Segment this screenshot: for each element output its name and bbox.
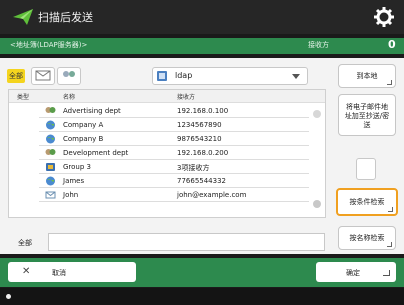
address-book-select-value: ldap — [175, 71, 193, 80]
globe-icon — [46, 134, 55, 144]
scroll-up-button[interactable] — [313, 110, 321, 118]
settings-gear-icon[interactable] — [374, 7, 394, 27]
list-item-address: 3项接收方 — [177, 164, 210, 172]
list-item-name: John — [63, 191, 79, 199]
header-type: 类型 — [17, 94, 30, 101]
app-title: 扫描后发送 — [38, 11, 93, 24]
list-item-name: Development dept — [63, 149, 129, 157]
list-item-address: 1234567890 — [177, 121, 222, 129]
status-bar: <地址簿(LDAP服务器)> 接收方 0 — [0, 38, 404, 54]
list-item-address: 9876543210 — [177, 135, 222, 143]
device-status-bar — [0, 288, 404, 305]
group-icon — [45, 149, 56, 155]
search-by-condition-label: 按条件检索 — [349, 198, 385, 206]
list-item-name: Company B — [63, 135, 104, 143]
list-item-address: 77665544332 — [177, 177, 226, 185]
list-item-name: Advertising dept — [63, 107, 121, 115]
confirm-arrow-icon — [383, 270, 390, 276]
ok-button[interactable]: 确定 — [316, 262, 396, 282]
cancel-button[interactable]: ✕ 取消 — [8, 262, 136, 282]
scan-send-icon — [13, 9, 33, 25]
email-icon — [35, 70, 51, 81]
destination-list[interactable]: 类型 名称 接收方 Advertising dept 192.168.0.100… — [8, 89, 326, 218]
header-name[interactable]: 名称 — [63, 92, 75, 101]
list-header: 类型 名称 接收方 — [9, 90, 325, 103]
email-cc-bcc-checkbox[interactable] — [356, 158, 376, 180]
list-item[interactable]: James 77665544332 — [9, 174, 315, 188]
destinations-count: 0 — [388, 38, 396, 51]
status-indicator-icon — [6, 294, 11, 299]
filter-group-button[interactable] — [57, 67, 81, 85]
header-address: 接收方 — [177, 94, 196, 101]
globe-icon — [46, 176, 55, 186]
ok-label: 确定 — [346, 269, 360, 277]
destinations-label: 接收方 — [308, 41, 329, 49]
address-book-label: <地址簿(LDAP服务器)> — [10, 41, 88, 49]
cancel-label: 取消 — [52, 269, 66, 277]
list-item[interactable]: Advertising dept 192.168.0.100 — [9, 104, 315, 118]
address-book-icon — [157, 71, 167, 81]
list-item-address: 192.168.0.200 — [177, 149, 229, 157]
search-by-condition-button[interactable]: 按条件检索 — [336, 188, 398, 216]
group-icon — [63, 71, 75, 77]
book-icon — [46, 163, 55, 171]
search-by-name-button[interactable]: 按名称检索 — [338, 226, 396, 250]
list-item-address: john@example.com — [177, 191, 247, 199]
email-icon — [45, 191, 56, 199]
filter-email-button[interactable] — [31, 67, 55, 85]
close-icon: ✕ — [22, 266, 31, 277]
globe-icon — [46, 120, 55, 130]
email-cc-bcc-button[interactable]: 将电子邮件地址加至抄送/密送 — [338, 94, 396, 136]
list-item[interactable]: John john@example.com — [9, 188, 315, 202]
list-item[interactable]: Development dept 192.168.0.200 — [9, 146, 315, 160]
search-scope-label: 全部 — [18, 239, 32, 247]
list-item-name: Group 3 — [63, 163, 91, 171]
search-input[interactable] — [48, 233, 325, 251]
list-item[interactable]: Group 3 3项接收方 — [9, 160, 315, 174]
list-item-name: James — [63, 177, 85, 185]
list-item-name: Company A — [63, 121, 104, 129]
list-item-address: 192.168.0.100 — [177, 107, 229, 115]
chevron-down-icon — [292, 74, 300, 79]
title-bar: 扫描后发送 — [0, 0, 404, 34]
scroll-down-button[interactable] — [313, 200, 321, 208]
to-local-button[interactable]: 到本地 — [338, 64, 396, 88]
group-icon — [45, 107, 56, 113]
list-item[interactable]: Company A 1234567890 — [9, 118, 315, 132]
address-book-select[interactable]: ldap — [152, 67, 308, 85]
list-item[interactable]: Company B 9876543210 — [9, 132, 315, 146]
email-cc-bcc-label: 将电子邮件地址加至抄送/密送 — [344, 103, 390, 129]
filter-all-button[interactable]: 全部 — [7, 69, 25, 83]
